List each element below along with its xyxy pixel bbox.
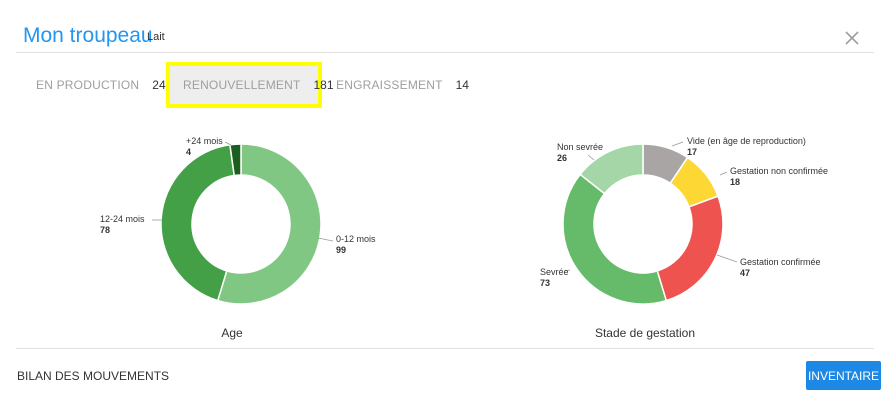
gestation-donut-chart: Vide (en âge de reproduction)17 Gestation… <box>540 136 828 305</box>
header-divider <box>16 52 874 53</box>
page-title: Mon troupeau <box>23 24 153 47</box>
slice-label: Gestation non confirmée <box>730 166 828 176</box>
tab-label: EN PRODUCTION <box>36 78 140 92</box>
age-donut-chart: 0-12 mois99 12-24 mois78 +24 mois4 <box>100 136 376 305</box>
slice-value: 26 <box>557 153 567 163</box>
slice-connector <box>671 141 684 147</box>
slice-connector <box>716 254 738 263</box>
tab-en-production[interactable]: EN PRODUCTION 245 <box>36 66 172 104</box>
tab-label: ENGRAISSEMENT <box>336 78 443 92</box>
footer-divider <box>16 348 874 349</box>
donut-slice[interactable] <box>656 195 724 302</box>
donut-slice[interactable] <box>562 173 668 305</box>
gestation-chart: Vide (en âge de reproduction) 17 Gestation… <box>520 130 840 320</box>
slice-value: 78 <box>100 225 110 235</box>
slice-label: 12-24 mois <box>100 214 145 224</box>
slice-value: 73 <box>540 278 550 288</box>
slice-value: 47 <box>740 268 750 278</box>
tab-engraissement[interactable]: ENGRAISSEMENT 14 <box>336 66 469 104</box>
donut-slice[interactable] <box>160 143 236 302</box>
age-chart: 0-12 mois 99 12-24 mois 78 +24 mois 4 <box>90 130 390 320</box>
herd-modal: Mon troupeau Lait EN PRODUCTION 245 RENO… <box>0 0 890 403</box>
slice-value: 17 <box>687 147 697 157</box>
tab-count: 14 <box>455 78 469 92</box>
tab-count: 181 <box>313 78 334 92</box>
slice-label: Vide (en âge de reproduction) <box>687 136 806 146</box>
slice-value: 99 <box>336 245 346 255</box>
slice-connector <box>587 154 595 161</box>
slice-value: 4 <box>186 147 191 157</box>
tab-label: RENOUVELLEMENT <box>183 78 301 92</box>
slice-label: Gestation confirmée <box>740 257 821 267</box>
slice-value: 18 <box>730 177 740 187</box>
inventaire-button[interactable]: INVENTAIRE <box>806 361 881 390</box>
gestation-chart-title: Stade de gestation <box>594 326 696 340</box>
page-subtitle: Lait <box>147 31 165 43</box>
slice-connector <box>719 171 728 176</box>
slice-label: +24 mois <box>186 136 223 146</box>
bilan-mouvements-link[interactable]: BILAN DES MOUVEMENTS <box>17 369 169 383</box>
age-chart-title: Age <box>221 326 243 340</box>
slice-label: Non sevrée <box>557 142 603 152</box>
tab-renouvellement[interactable]: RENOUVELLEMENT 181 <box>166 62 334 108</box>
close-icon[interactable] <box>842 28 862 48</box>
slice-label: Sevrée <box>540 267 569 277</box>
slice-label: 0-12 mois <box>336 234 376 244</box>
modal-header: Mon troupeau Lait <box>0 0 890 52</box>
